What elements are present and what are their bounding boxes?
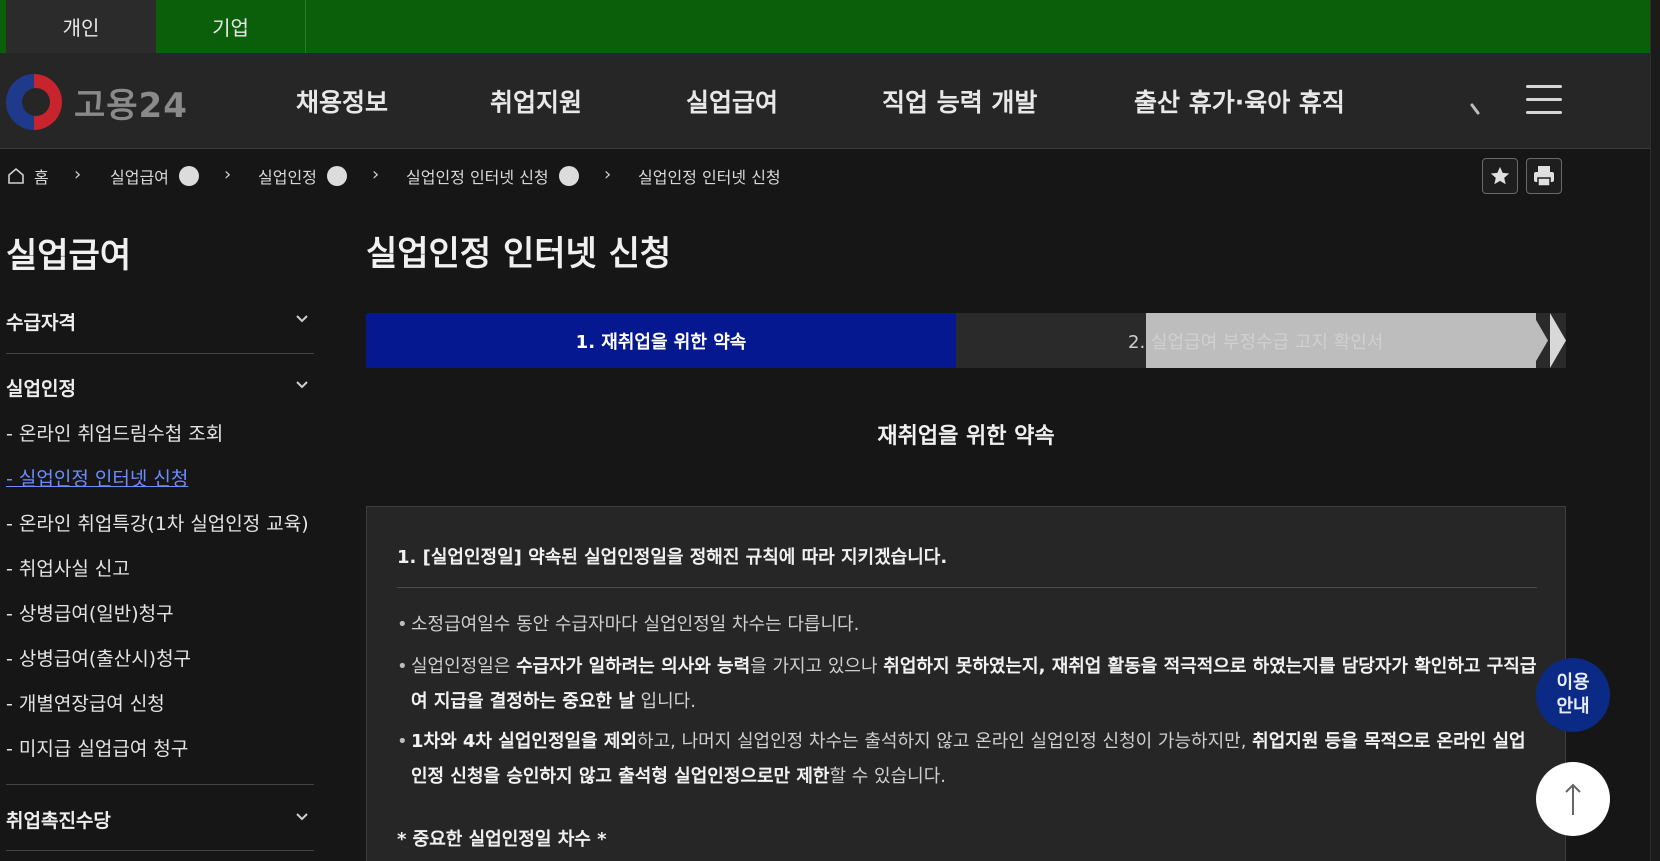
bullet-item: 실업인정일은 수급자가 일하려는 의사와 능력을 가지고 있으나 취업하지 못하…	[397, 649, 1537, 719]
logo-mark	[6, 74, 62, 130]
chevron-right-icon: ›	[224, 164, 232, 185]
bullet-item: 1차와 4차 실업인정일을 제외하고, 나머지 실업인정 차수는 출석하지 않고…	[397, 724, 1537, 794]
breadcrumb-label-1: 실업급여	[110, 168, 169, 187]
top-tab-bar: 개인 기업	[0, 0, 1660, 53]
print-button[interactable]	[1526, 158, 1562, 194]
page-title: 실업인정 인터넷 신청	[366, 234, 672, 274]
tab-company[interactable]: 기업	[156, 0, 306, 53]
gnb-item-jobs[interactable]: 채용정보	[296, 53, 388, 149]
breadcrumb-label-3: 실업인정 인터넷 신청	[406, 168, 549, 187]
gnb-item-employment-support[interactable]: 취업지원	[490, 53, 582, 149]
chevron-down-icon	[296, 315, 308, 323]
gnb-item-unemployment-benefit[interactable]: 실업급여	[686, 53, 778, 149]
breadcrumb-item-3[interactable]: 실업인정 인터넷 신청	[406, 164, 579, 188]
logo-text: 고용24	[74, 85, 188, 126]
main-header: 고용24 채용정보 취업지원 실업급여 직업 능력 개발 출산 휴가·육아 휴직	[0, 53, 1650, 149]
breadcrumb-label-4: 실업인정 인터넷 신청	[638, 168, 781, 187]
star-icon	[1490, 166, 1510, 185]
sidebar-item-extended-benefit[interactable]: - 개별연장급여 신청	[6, 689, 165, 716]
sidebar-item-sickness-general[interactable]: - 상병급여(일반)청구	[6, 599, 174, 626]
breadcrumb-item-2[interactable]: 실업인정	[258, 164, 347, 188]
step-arrow	[1550, 313, 1566, 368]
bullet-item: 소정급여일수 동안 수급자마다 실업인정일 차수는 다릅니다.	[397, 607, 1537, 642]
print-icon	[1534, 166, 1554, 187]
box-divider	[397, 587, 1537, 588]
chevron-right-icon: ›	[372, 164, 380, 185]
promise-heading: 1. [실업인정일] 약속된 실업인정일을 정해진 규칙에 따라 지키겠습니다.	[397, 547, 948, 568]
bullet-text: 실업인정일은	[411, 656, 517, 677]
step-2-label: 2. 실업급여 부정수급 고지 확인서	[1128, 331, 1384, 353]
breadcrumb: 홈 › 실업급여 › 실업인정 › 실업인정 인터넷 신청 › 실업인정 인터넷…	[0, 150, 1660, 202]
chevron-right-icon: ›	[74, 164, 82, 185]
expand-dot-icon[interactable]	[178, 166, 199, 186]
sidebar-group-eligibility[interactable]: 수급자격	[6, 308, 314, 335]
sidebar-divider	[6, 353, 314, 354]
step-indicator: 1. 재취업을 위한 약속 2. 실업급여 부정수급 고지 확인서	[366, 313, 1566, 368]
breadcrumb-item-1[interactable]: 실업급여	[110, 164, 199, 188]
arrow-up-icon	[1565, 783, 1581, 815]
site-logo[interactable]: 고용24	[6, 74, 188, 130]
hamburger-menu-icon[interactable]	[1526, 85, 1562, 115]
usage-guide-button[interactable]: 이용 안내	[1536, 658, 1610, 732]
expand-dot-icon[interactable]	[326, 166, 347, 186]
breadcrumb-label-2: 실업인정	[258, 168, 317, 187]
step-arrow	[1532, 313, 1548, 368]
bullet-text: 입니다.	[634, 691, 696, 712]
gnb-item-job-training[interactable]: 직업 능력 개발	[882, 53, 1037, 149]
sidebar-divider	[6, 850, 314, 851]
chevron-right-icon: ›	[604, 164, 612, 185]
sidebar-item-employment-report[interactable]: - 취업사실 신고	[6, 554, 130, 581]
search-icon[interactable]	[1452, 83, 1488, 119]
scroll-top-button[interactable]	[1536, 762, 1610, 836]
sidebar-item-sickness-childbirth[interactable]: - 상병급여(출산시)청구	[6, 644, 191, 671]
breadcrumb-current: 실업인정 인터넷 신청	[638, 164, 781, 188]
sidebar-divider	[6, 784, 314, 785]
bullet-text: 할 수 있습니다.	[829, 766, 947, 787]
sidebar-item-online-lecture[interactable]: - 온라인 취업특강(1차 실업인정 교육)	[6, 509, 309, 536]
promise-box: 1. [실업인정일] 약속된 실업인정일을 정해진 규칙에 따라 지키겠습니다.…	[366, 506, 1566, 861]
section-heading: 재취업을 위한 약속	[877, 424, 1055, 449]
sidebar-group-promotion-allowance[interactable]: 취업촉진수당	[6, 806, 314, 833]
bullet-bold: 수급자가 일하려는 의사와 능력	[516, 656, 751, 677]
usage-guide-label: 이용 안내	[1556, 672, 1590, 717]
sidebar-group-label: 수급자격	[6, 312, 76, 334]
bullet-text: 을 가지고 있으나	[750, 656, 884, 677]
sidebar-title: 실업급여	[6, 236, 132, 276]
sidebar-group-label: 실업인정	[6, 378, 76, 400]
step-1-active: 1. 재취업을 위한 약속	[366, 313, 956, 368]
chevron-down-icon	[296, 381, 308, 389]
expand-dot-icon[interactable]	[558, 166, 579, 186]
home-icon	[8, 167, 24, 184]
scrollbar-track[interactable]	[1650, 0, 1660, 861]
sidebar-group-certification[interactable]: 실업인정	[6, 374, 314, 401]
breadcrumb-home[interactable]: 홈	[6, 164, 49, 188]
gnb-item-maternity-leave[interactable]: 출산 휴가·육아 휴직	[1134, 53, 1345, 149]
chevron-down-icon	[296, 813, 308, 821]
step-2: 2. 실업급여 부정수급 고지 확인서	[1128, 313, 1536, 368]
sidebar-group-label: 취업촉진수당	[6, 810, 111, 832]
sidebar-item-unpaid-claim[interactable]: - 미지급 실업급여 청구	[6, 734, 188, 761]
bullet-bold: 1차와 4차 실업인정일을 제외	[411, 731, 638, 752]
sidebar-item-online-certification[interactable]: - 실업인정 인터넷 신청	[6, 464, 188, 491]
tab-personal[interactable]: 개인	[0, 0, 156, 53]
favorite-button[interactable]	[1482, 158, 1518, 194]
sidebar-item-online-handbook[interactable]: - 온라인 취업드림수첩 조회	[6, 419, 223, 446]
breadcrumb-home-label: 홈	[34, 168, 49, 187]
bullet-text: 하고, 나머지 실업인정 차수는 출석하지 않고 온라인 실업인정 신청이 가능…	[637, 731, 1253, 752]
important-rounds-heading: * 중요한 실업인정일 차수 *	[397, 829, 607, 850]
